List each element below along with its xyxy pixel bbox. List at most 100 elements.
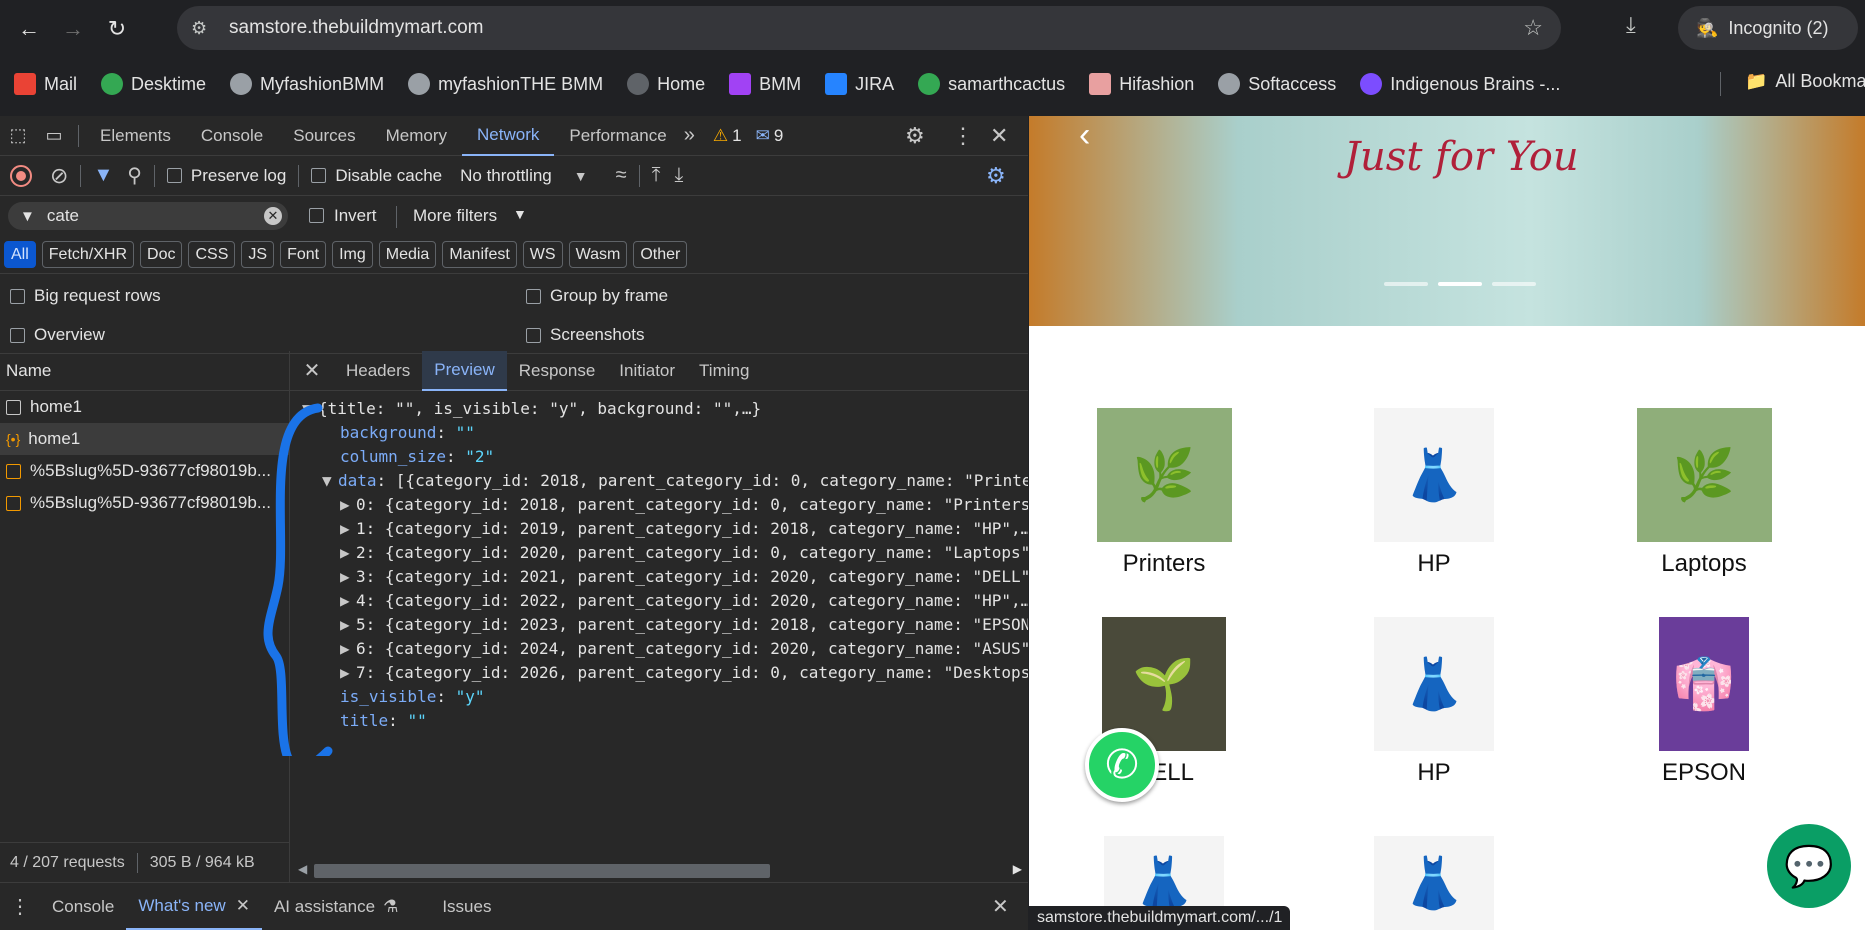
tab-sources[interactable]: Sources xyxy=(278,116,370,156)
scroll-right-icon[interactable]: ▶ xyxy=(1013,862,1022,876)
tab-network[interactable]: Network xyxy=(462,116,555,156)
tab-performance[interactable]: Performance xyxy=(554,116,681,156)
all-bookmarks-button[interactable]: 📁All Bookmarks xyxy=(1745,71,1865,92)
disable-cache-label[interactable]: Disable cache xyxy=(335,166,442,186)
screenshots-checkbox[interactable] xyxy=(526,327,541,343)
close-drawer-icon[interactable]: ✕ xyxy=(992,894,1009,919)
reload-icon[interactable]: ↻ xyxy=(102,14,132,44)
bookmark-home[interactable]: Home xyxy=(627,73,705,95)
collapsed-triangle-icon[interactable]: ▶ xyxy=(340,565,356,589)
forward-arrow-icon[interactable]: → xyxy=(58,14,88,44)
drawer-menu-icon[interactable]: ⋮ xyxy=(0,894,40,919)
overview-option[interactable]: Overview xyxy=(10,325,105,345)
close-devtools-icon[interactable]: ✕ xyxy=(990,123,1008,149)
back-arrow-icon[interactable]: ← xyxy=(14,14,44,44)
request-row[interactable]: %5Bslug%5D-93677cf98019b... xyxy=(0,487,289,519)
horizontal-scrollbar[interactable]: ◀ ▶ xyxy=(290,858,1028,882)
warning-icon[interactable]: ⚠ xyxy=(713,126,728,146)
filter-input-value[interactable]: cate xyxy=(47,206,79,226)
category-card[interactable]: 👗 HP xyxy=(1334,408,1534,578)
throttling-select[interactable]: No throttling xyxy=(460,166,552,186)
bookmark-mail[interactable]: Mail xyxy=(14,73,77,95)
preserve-log-label[interactable]: Preserve log xyxy=(191,166,286,186)
category-card[interactable]: 🌿 Printers xyxy=(1064,408,1264,578)
close-details-icon[interactable]: ✕ xyxy=(290,358,334,383)
tree-array-item[interactable]: ▶ 2: {category_id: 2020, parent_category_… xyxy=(290,541,1028,565)
type-other[interactable]: Other xyxy=(633,241,688,268)
tree-array-item[interactable]: ▶ 7: {category_id: 2026, parent_category_… xyxy=(290,661,1028,685)
message-icon[interactable]: ✉ xyxy=(756,126,770,146)
filter-input[interactable]: ▼ cate ✕ xyxy=(8,202,288,230)
tree-array-item[interactable]: ▶ 4: {category_id: 2022, parent_category_… xyxy=(290,589,1028,613)
bookmark-myfashionbmm[interactable]: MyfashionBMM xyxy=(230,73,384,95)
disable-cache-checkbox[interactable] xyxy=(311,168,327,183)
collapsed-triangle-icon[interactable]: ▶ xyxy=(340,541,356,565)
filter-icon[interactable]: ▼ xyxy=(93,164,113,187)
settings-gear-icon[interactable]: ⚙ xyxy=(905,123,925,149)
tab-memory[interactable]: Memory xyxy=(371,116,462,156)
placeholder-sketch[interactable]: 👗 xyxy=(1374,836,1494,930)
tab-preview[interactable]: Preview xyxy=(422,350,507,391)
type-fetch-xhr[interactable]: Fetch/XHR xyxy=(41,241,135,268)
big-request-rows-checkbox[interactable] xyxy=(10,288,25,304)
bookmark-hifashion[interactable]: Hifashion xyxy=(1089,73,1194,95)
request-row[interactable]: %5Bslug%5D-93677cf98019b... xyxy=(0,455,289,487)
tree-array-item[interactable]: ▶ 3: {category_id: 2021, parent_category_… xyxy=(290,565,1028,589)
carousel-dot[interactable] xyxy=(1492,282,1536,286)
bookmark-star-icon[interactable]: ☆ xyxy=(1523,15,1543,41)
more-options-icon[interactable]: ⋮ xyxy=(952,123,974,149)
collapsed-triangle-icon[interactable]: ▶ xyxy=(340,589,356,613)
more-filters-chevron-icon[interactable]: ▼ xyxy=(513,206,527,222)
whatsapp-icon[interactable]: ✆ xyxy=(1085,728,1159,802)
expanded-triangle-icon[interactable]: ▼ xyxy=(322,469,338,493)
bookmark-jira[interactable]: JIRA xyxy=(825,73,894,95)
tab-initiator[interactable]: Initiator xyxy=(607,351,687,391)
bookmark-indigenous-brains[interactable]: Indigenous Brains -... xyxy=(1360,73,1560,95)
category-card[interactable]: 🌿 Laptops xyxy=(1604,408,1804,578)
export-har-icon[interactable]: ⤓ xyxy=(674,164,683,187)
tree-array-item[interactable]: ▶ 1: {category_id: 2019, parent_category_… xyxy=(290,517,1028,541)
message-count[interactable]: 9 xyxy=(774,126,783,146)
tree-array-item[interactable]: ▶ 5: {category_id: 2023, parent_category_… xyxy=(290,613,1028,637)
collapsed-triangle-icon[interactable]: ▶ xyxy=(340,661,356,685)
hero-banner[interactable]: ‹ Just for You xyxy=(1029,116,1865,326)
tab-timing[interactable]: Timing xyxy=(687,351,761,391)
bookmark-bmm[interactable]: BMM xyxy=(729,73,801,95)
chevron-down-icon[interactable]: ▼ xyxy=(574,168,588,184)
network-conditions-icon[interactable]: ≈ xyxy=(616,164,627,187)
type-wasm[interactable]: Wasm xyxy=(568,241,628,268)
warning-count[interactable]: 1 xyxy=(732,126,741,146)
tree-array-item[interactable]: ▶ 6: {category_id: 2024, parent_category_… xyxy=(290,637,1028,661)
request-row[interactable]: home1 xyxy=(0,391,289,423)
tree-property[interactable]: ▼ data: [{category_id: 2018, parent_categ… xyxy=(290,469,1028,493)
search-icon[interactable]: ⚲ xyxy=(127,163,142,188)
tab-elements[interactable]: Elements xyxy=(85,116,186,156)
tree-root[interactable]: ▼ {title: "", is_visible: "y", background… xyxy=(290,397,1028,421)
chat-bubble-icon[interactable]: 💬 xyxy=(1767,824,1851,908)
name-column-header[interactable]: Name xyxy=(0,351,289,391)
type-media[interactable]: Media xyxy=(378,241,437,268)
big-request-rows-option[interactable]: Big request rows xyxy=(10,286,161,306)
type-font[interactable]: Font xyxy=(280,241,327,268)
overview-checkbox[interactable] xyxy=(10,327,25,343)
site-info-icon[interactable]: ⚙ xyxy=(191,18,221,39)
device-toolbar-icon[interactable]: ▭ xyxy=(36,125,72,146)
bookmark-samarthcactus[interactable]: samarthcactus xyxy=(918,73,1065,95)
drawer-tab-whats-new[interactable]: What's new ✕ xyxy=(126,884,262,930)
type-doc[interactable]: Doc xyxy=(140,241,183,268)
tab-response[interactable]: Response xyxy=(507,351,608,391)
close-tab-icon[interactable]: ✕ xyxy=(236,896,250,916)
banner-prev-arrow-icon[interactable]: ‹ xyxy=(1079,116,1090,155)
tab-headers[interactable]: Headers xyxy=(334,351,422,391)
network-settings-icon[interactable]: ⚙ xyxy=(986,163,1006,189)
type-manifest[interactable]: Manifest xyxy=(442,241,517,268)
collapsed-triangle-icon[interactable]: ▶ xyxy=(340,613,356,637)
url-text[interactable]: samstore.thebuildmymart.com xyxy=(229,17,483,39)
category-card[interactable]: 👘 EPSON xyxy=(1604,617,1804,787)
carousel-dot-active[interactable] xyxy=(1438,282,1482,286)
group-by-frame-checkbox[interactable] xyxy=(526,288,541,304)
scrollbar-thumb[interactable] xyxy=(314,864,770,878)
expanded-triangle-icon[interactable]: ▼ xyxy=(302,397,318,421)
bookmark-myfashion-the-bmm[interactable]: myfashionTHE BMM xyxy=(408,73,603,95)
screenshots-option[interactable]: Screenshots xyxy=(526,325,645,345)
